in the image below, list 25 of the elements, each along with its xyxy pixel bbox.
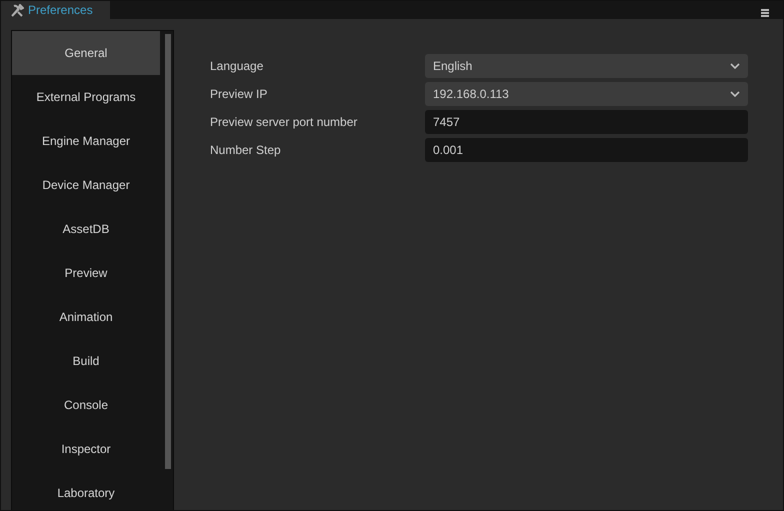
tools-icon (10, 4, 24, 16)
dropdown[interactable]: 192.168.0.113 (425, 82, 748, 106)
sidebar-item[interactable]: Laboratory (12, 471, 160, 510)
sidebar-item[interactable]: Animation (12, 295, 160, 339)
input-field[interactable]: 0.001 (425, 138, 748, 162)
dropdown[interactable]: English (425, 54, 748, 78)
sidebar-item[interactable]: General (12, 31, 160, 75)
sidebar-item[interactable]: Inspector (12, 427, 160, 471)
sidebar-item[interactable]: Device Manager (12, 163, 160, 207)
menu-icon[interactable] (761, 9, 769, 17)
setting-label: Number Step (210, 142, 282, 159)
sidebar-item[interactable]: Engine Manager (12, 119, 160, 163)
chevron-down-icon (730, 91, 740, 97)
sidebar-item[interactable]: Console (12, 383, 160, 427)
sidebar-item[interactable]: External Programs (12, 75, 160, 119)
input-field[interactable]: 7457 (425, 110, 748, 134)
sidebar-item[interactable]: AssetDB (12, 207, 160, 251)
setting-label: Preview IP (210, 86, 268, 103)
setting-label: Language (210, 58, 264, 75)
scrollbar-thumb[interactable] (165, 34, 171, 469)
sidebar-item[interactable]: Build (12, 339, 160, 383)
setting-label: Preview server port number (210, 114, 358, 131)
chevron-down-icon (730, 63, 740, 69)
preferences-tab[interactable]: Preferences (1, 1, 110, 19)
sidebar-item[interactable]: Preview (12, 251, 160, 295)
